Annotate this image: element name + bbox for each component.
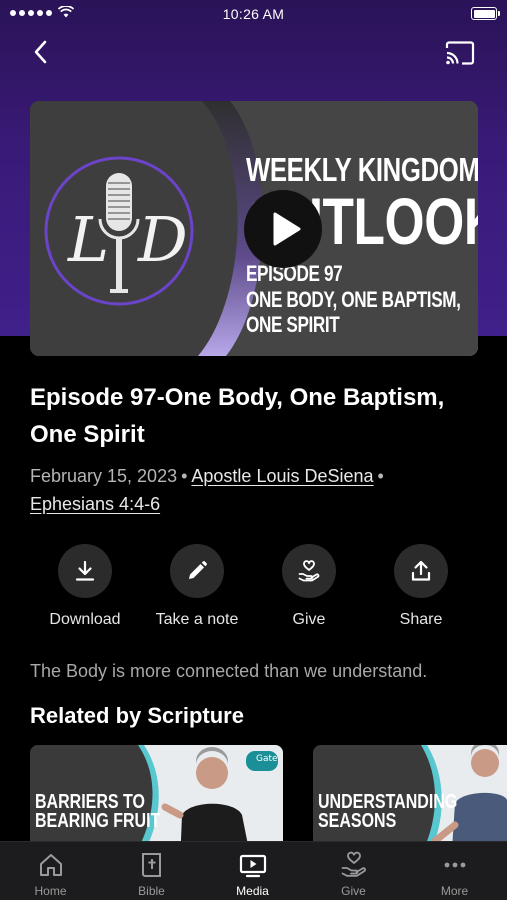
tab-bible[interactable]: Bible <box>101 842 202 900</box>
logo-letter-l: L <box>67 203 109 276</box>
take-note-button[interactable]: Take a note <box>137 544 257 629</box>
share-label: Share <box>399 611 443 628</box>
tab-label: More <box>440 884 469 898</box>
tab-label: Bible <box>138 884 165 898</box>
episode-title: Episode 97-One Body, One Baptism, One Sp… <box>30 384 445 448</box>
tab-label: Media <box>236 884 269 898</box>
take-note-label: Take a note <box>155 611 239 628</box>
battery-icon <box>471 7 500 20</box>
tab-bar: Home Bible Media Give More <box>0 841 507 900</box>
status-time: 10:26 AM <box>222 6 285 22</box>
cast-icon[interactable] <box>444 40 476 66</box>
episode-actions: Download Take a note Give Share <box>0 544 507 634</box>
episode-meta: February 15, 2023 • Apostle Louis DeSiena •… <box>30 462 480 518</box>
give-label: Give <box>292 611 326 628</box>
tab-give[interactable]: Give <box>303 842 404 900</box>
chevron-left-icon[interactable] <box>28 38 54 66</box>
related-card-badge: Gate <box>256 754 278 764</box>
thumbnail-title-line1: WEEKLY KINGDOM <box>246 151 478 188</box>
play-icon <box>273 212 301 246</box>
status-bar: 10:26 AM <box>0 0 507 28</box>
thumbnail-subtitle-line2: ONE SPIRIT <box>246 312 340 338</box>
scripture-link[interactable]: Ephesians 4:4-6 <box>30 494 160 514</box>
give-icon <box>341 851 366 877</box>
episode-description: The Body is more connected than we under… <box>30 661 428 681</box>
tab-more[interactable]: More <box>404 842 505 900</box>
tab-home[interactable]: Home <box>0 842 101 900</box>
home-icon <box>40 854 62 876</box>
bible-icon <box>142 853 161 877</box>
give-button[interactable]: Give <box>249 544 369 629</box>
meta-separator: • <box>377 466 384 486</box>
speaker-link[interactable]: Apostle Louis DeSiena <box>191 466 373 486</box>
tab-label: Home <box>34 884 67 898</box>
related-section-title: Related by Scripture <box>30 703 244 728</box>
share-button[interactable]: Share <box>361 544 481 629</box>
pencil-icon <box>189 561 207 579</box>
logo-letter-d: D <box>137 203 188 276</box>
media-icon <box>239 854 267 878</box>
related-card-title-line2: BEARING FRUIT <box>35 810 161 832</box>
meta-separator: • <box>181 466 188 486</box>
tab-label: Give <box>341 884 366 898</box>
download-button[interactable]: Download <box>25 544 145 629</box>
related-card-title-line2: SEASONS <box>318 810 397 832</box>
episode-thumbnail[interactable]: L D WEEKLY KINGDOM OUTLOOK EPISODE 97 ON… <box>30 101 478 356</box>
download-label: Download <box>49 611 121 628</box>
play-button[interactable] <box>244 190 322 268</box>
share-icon <box>411 560 431 581</box>
give-heart-hand-icon <box>298 560 320 582</box>
download-icon <box>75 560 95 581</box>
more-dots-icon <box>444 862 466 868</box>
thumbnail-subtitle-line1: ONE BODY, ONE BAPTISM, <box>246 286 461 312</box>
episode-date: February 15, 2023 <box>30 466 178 486</box>
tab-media[interactable]: Media <box>202 842 303 900</box>
